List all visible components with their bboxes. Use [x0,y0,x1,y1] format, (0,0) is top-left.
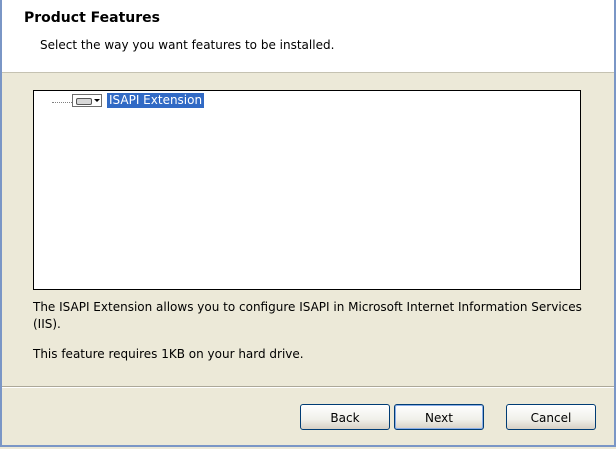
tree-connector-line [52,102,72,103]
installer-dialog: Product Features Select the way you want… [0,0,616,447]
footer-separator [2,386,614,388]
tree-item-isapi-extension[interactable]: ISAPI Extension [107,93,205,108]
feature-description: The ISAPI Extension allows you to config… [33,300,582,331]
next-button[interactable]: Next [394,404,484,430]
hard-drive-icon [76,98,92,105]
feature-requirement: This feature requires 1KB on your hard d… [33,347,304,361]
header-banner: Product Features Select the way you want… [2,0,614,73]
hard-drive-dropdown-icon[interactable] [72,94,102,107]
page-subtitle: Select the way you want features to be i… [40,38,335,52]
chevron-down-icon [94,99,100,102]
feature-tree[interactable]: ISAPI Extension [33,90,581,290]
cancel-button[interactable]: Cancel [506,404,596,430]
page-title: Product Features [24,10,160,26]
back-button[interactable]: Back [300,404,390,430]
